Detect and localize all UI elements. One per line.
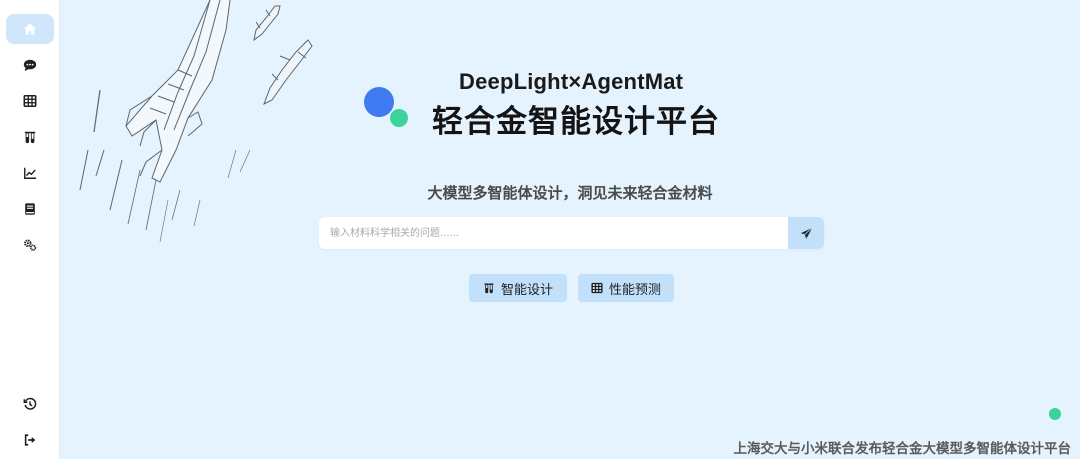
flask-icon [24, 131, 36, 144]
tagline: 大模型多智能体设计，洞见未来轻合金材料 [427, 184, 713, 202]
table-icon [23, 94, 37, 108]
sidebar-item-flask[interactable] [6, 122, 54, 152]
book-icon [25, 203, 35, 215]
logout-icon [24, 434, 36, 446]
send-button[interactable] [788, 217, 824, 249]
home-icon [23, 23, 37, 35]
sidebar-item-home[interactable] [6, 14, 54, 44]
flask-icon [484, 283, 494, 294]
spaceship-illustration [79, 0, 313, 243]
brand-logo-dots [364, 87, 408, 127]
gears-icon [24, 239, 37, 251]
status-dot [1049, 408, 1061, 420]
sidebar-item-settings[interactable] [6, 230, 54, 260]
smart-design-button[interactable]: 智能设计 [469, 274, 567, 302]
sidebar-item-table[interactable] [6, 86, 54, 116]
sidebar-item-logout[interactable] [6, 425, 54, 455]
search-input[interactable] [319, 217, 788, 249]
footer-caption: 上海交大与小米联合发布轻合金大模型多智能体设计平台 [733, 441, 1072, 457]
performance-predict-button[interactable]: 性能预测 [578, 274, 674, 302]
brand-title-en: DeepLight×AgentMat [459, 69, 684, 94]
performance-predict-label: 性能预测 [608, 282, 661, 298]
brand-title-zh: 轻合金智能设计平台 [432, 104, 720, 140]
table-icon [591, 282, 603, 294]
sidebar [0, 0, 60, 459]
sidebar-item-chat[interactable] [6, 50, 54, 80]
search-bar [319, 217, 824, 249]
history-icon [23, 397, 37, 410]
paper-plane-icon [800, 227, 812, 239]
chat-icon [23, 59, 37, 72]
chart-line-icon [24, 167, 37, 179]
sidebar-item-history[interactable] [6, 389, 54, 419]
smart-design-label: 智能设计 [500, 282, 553, 298]
